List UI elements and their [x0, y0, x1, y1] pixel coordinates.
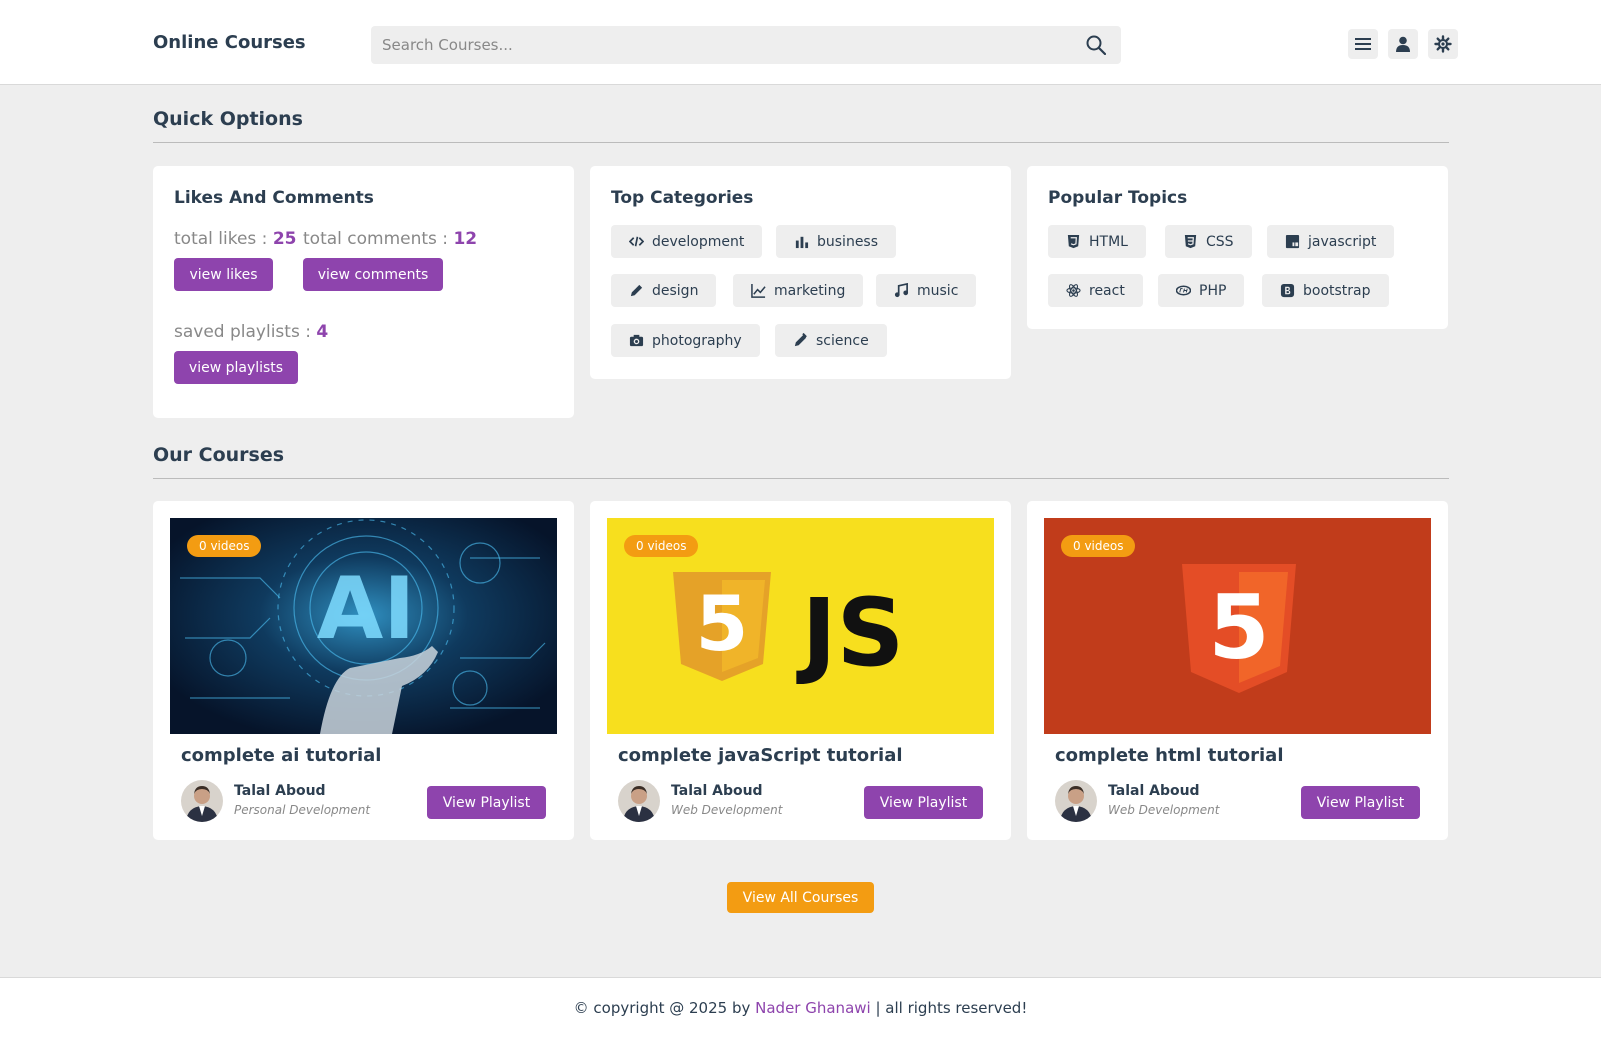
category-music[interactable]: music	[876, 274, 977, 307]
our-courses-title: Our Courses	[153, 444, 285, 466]
avatar[interactable]	[618, 780, 660, 822]
js-text: JS	[796, 579, 905, 688]
category-marketing[interactable]: marketing	[733, 274, 864, 307]
view-all-courses-button[interactable]: View All Courses	[727, 882, 874, 913]
category-business[interactable]: business	[776, 225, 897, 258]
author-link[interactable]: Nader Ghanawi	[755, 999, 871, 1017]
topic-bootstrap[interactable]: bootstrap	[1262, 274, 1389, 307]
user-icon	[1396, 36, 1410, 52]
menu-button[interactable]	[1348, 29, 1378, 59]
topic-html[interactable]: HTML	[1048, 225, 1146, 258]
saved-playlists: saved playlists : 4	[174, 322, 329, 342]
menu-icon	[1355, 38, 1371, 50]
course-thumbnail[interactable]: AI 0 videos	[170, 518, 557, 734]
rights-text: | all rights reserved!	[875, 999, 1028, 1017]
course-card-javascript: 5 JS 0 videos complete javaScript tutori…	[590, 501, 1011, 840]
music-icon	[894, 283, 909, 298]
tutor-name: Talal Aboud	[234, 783, 326, 799]
topic-php[interactable]: PHP	[1158, 274, 1245, 307]
popular-topics-card: Popular Topics HTML CSS javascript react…	[1027, 166, 1448, 329]
course-thumbnail[interactable]: 5 0 videos	[1044, 518, 1431, 734]
course-thumbnail[interactable]: 5 JS 0 videos	[607, 518, 994, 734]
avatar[interactable]	[181, 780, 223, 822]
course-card-ai: AI 0 videos complete ai tutorial Talal A…	[153, 501, 574, 840]
tutor-name: Talal Aboud	[1108, 783, 1200, 799]
search-bar	[371, 26, 1121, 64]
camera-icon	[629, 334, 644, 347]
course-category: Web Development	[671, 803, 783, 817]
video-count-badge: 0 videos	[187, 535, 262, 557]
user-button[interactable]	[1388, 29, 1418, 59]
course-category: Personal Development	[234, 803, 371, 817]
likes-comments-card: Likes And Comments total likes : 25 tota…	[153, 166, 574, 418]
html5-icon	[1067, 234, 1080, 249]
view-likes-button[interactable]: view likes	[174, 258, 273, 291]
copyright-text: © copyright @ 2025 by	[573, 999, 751, 1017]
header: Online Courses	[0, 0, 1601, 85]
quick-options-title: Quick Options	[153, 108, 303, 130]
view-comments-button[interactable]: view comments	[303, 258, 443, 291]
course-card-html: 5 0 videos complete html tutorial Talal …	[1027, 501, 1448, 840]
course-title[interactable]: complete javaScript tutorial	[618, 745, 903, 766]
course-title[interactable]: complete html tutorial	[1055, 745, 1284, 766]
footer: © copyright @ 2025 by Nader Ghanawi | al…	[0, 977, 1601, 1038]
pen-icon	[630, 284, 643, 297]
divider	[153, 142, 1449, 143]
course-title[interactable]: complete ai tutorial	[181, 745, 381, 766]
card-title: Likes And Comments	[174, 188, 374, 208]
video-count-badge: 0 videos	[624, 535, 699, 557]
view-playlist-button[interactable]: View Playlist	[1301, 786, 1420, 819]
tutor-name: Talal Aboud	[671, 783, 763, 799]
avatar[interactable]	[1055, 780, 1097, 822]
total-comments: total comments : 12	[303, 229, 478, 249]
line-chart-icon	[751, 283, 766, 298]
ai-text: AI	[317, 559, 416, 659]
topic-react[interactable]: react	[1048, 274, 1143, 307]
category-development[interactable]: development	[611, 225, 763, 258]
view-playlist-button[interactable]: View Playlist	[427, 786, 546, 819]
bootstrap-icon	[1280, 283, 1295, 298]
logo[interactable]: Online Courses	[153, 32, 306, 53]
total-likes: total likes : 25	[174, 229, 297, 249]
vial-icon	[794, 333, 807, 347]
settings-button[interactable]	[1428, 29, 1458, 59]
search-icon[interactable]	[1086, 35, 1106, 55]
code-icon	[629, 236, 644, 247]
top-categories-card: Top Categories development business desi…	[590, 166, 1011, 379]
topic-css[interactable]: CSS	[1165, 225, 1252, 258]
bar-chart-icon	[795, 236, 809, 249]
gear-icon	[1434, 35, 1452, 53]
category-photography[interactable]: photography	[611, 324, 760, 357]
html5-five-text: 5	[696, 579, 749, 668]
course-category: Web Development	[1108, 803, 1220, 817]
css3-icon	[1184, 234, 1197, 249]
view-playlists-button[interactable]: view playlists	[174, 351, 298, 384]
category-design[interactable]: design	[611, 274, 717, 307]
view-playlist-button[interactable]: View Playlist	[864, 786, 983, 819]
html5-five-text: 5	[1208, 576, 1269, 679]
header-actions	[1348, 29, 1458, 59]
category-science[interactable]: science	[775, 324, 887, 357]
search-input[interactable]	[371, 26, 1051, 64]
topic-javascript[interactable]: javascript	[1267, 225, 1395, 258]
php-icon	[1176, 285, 1191, 296]
video-count-badge: 0 videos	[1061, 535, 1136, 557]
card-title: Top Categories	[611, 188, 754, 208]
react-icon	[1066, 284, 1081, 297]
js-icon	[1285, 234, 1300, 249]
divider	[153, 478, 1449, 479]
card-title: Popular Topics	[1048, 188, 1188, 208]
